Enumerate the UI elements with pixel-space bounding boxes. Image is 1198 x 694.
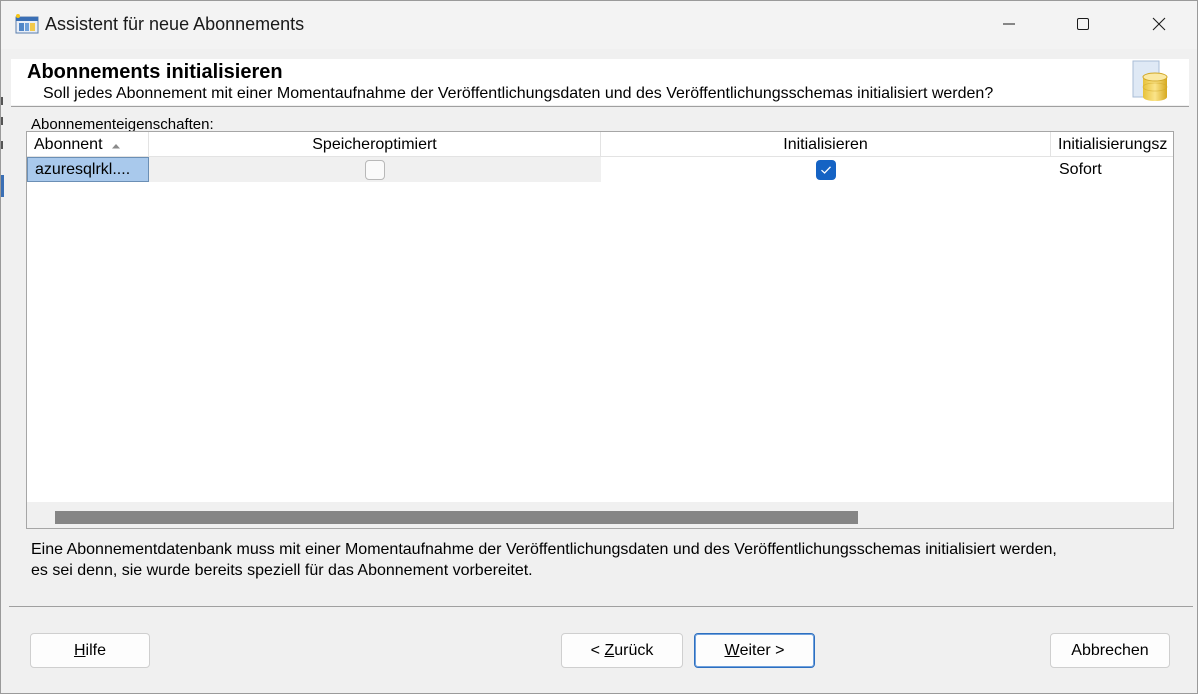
page-title: Abonnements initialisieren: [27, 61, 283, 83]
cell-init-time[interactable]: Sofort: [1051, 157, 1173, 182]
back-button[interactable]: < Zurück: [561, 633, 683, 668]
initialize-checkbox[interactable]: [816, 159, 836, 180]
wizard-header-icon: [1132, 60, 1168, 101]
column-header-initialize[interactable]: Initialisieren: [601, 132, 1051, 157]
horizontal-scrollbar[interactable]: [27, 502, 1173, 528]
maximize-icon: [1077, 18, 1089, 30]
cell-initialize: [601, 157, 1051, 182]
help-button[interactable]: Hilfe: [30, 633, 150, 668]
column-header-memory-optimized[interactable]: Speicheroptimiert: [149, 132, 601, 157]
close-button[interactable]: [1121, 1, 1197, 47]
info-text: Eine Abonnementdatenbank muss mit einer …: [31, 539, 1171, 581]
page-subtitle: Soll jedes Abonnement mit einer Momentau…: [43, 85, 994, 102]
cell-memory-optimized: [149, 157, 601, 182]
info-line-2: es sei denn, sie wurde bereits speziell …: [31, 562, 533, 579]
sort-ascending-icon: [111, 132, 121, 157]
maximize-button[interactable]: [1045, 1, 1121, 47]
checkmark-icon: [821, 165, 831, 174]
wizard-window: Assistent für neue Abonnements Abonnemen…: [0, 0, 1198, 694]
header-separator: [11, 106, 1189, 107]
minimize-button[interactable]: [971, 1, 1047, 47]
cancel-button[interactable]: Abbrechen: [1050, 633, 1170, 668]
memory-optimized-checkbox[interactable]: [365, 159, 385, 180]
column-header-init-time[interactable]: Initialisierungsz: [1051, 132, 1173, 157]
grid-header: Abonnent Speicheroptimiert Initialisiere…: [27, 132, 1173, 157]
app-icon: [15, 14, 39, 34]
wizard-header: Abonnements initialisieren Soll jedes Ab…: [11, 59, 1189, 105]
window-title: Assistent für neue Abonnements: [45, 14, 305, 34]
column-header-subscriber[interactable]: Abonnent: [27, 132, 149, 157]
table-row[interactable]: azuresqlrkl.... Sofort: [27, 157, 1173, 182]
scrollbar-thumb[interactable]: [55, 511, 858, 524]
left-edge-decoration: [1, 97, 5, 201]
info-line-1: Eine Abonnementdatenbank muss mit einer …: [31, 541, 1057, 558]
subscription-grid[interactable]: Abonnent Speicheroptimiert Initialisiere…: [26, 131, 1174, 529]
cell-subscriber[interactable]: azuresqlrkl....: [27, 157, 149, 182]
title-bar: Assistent für neue Abonnements: [1, 1, 1197, 49]
next-button[interactable]: Weiter >: [694, 633, 815, 668]
footer-separator: [9, 606, 1193, 607]
close-icon: [1152, 17, 1166, 31]
minimize-icon: [1003, 23, 1015, 25]
